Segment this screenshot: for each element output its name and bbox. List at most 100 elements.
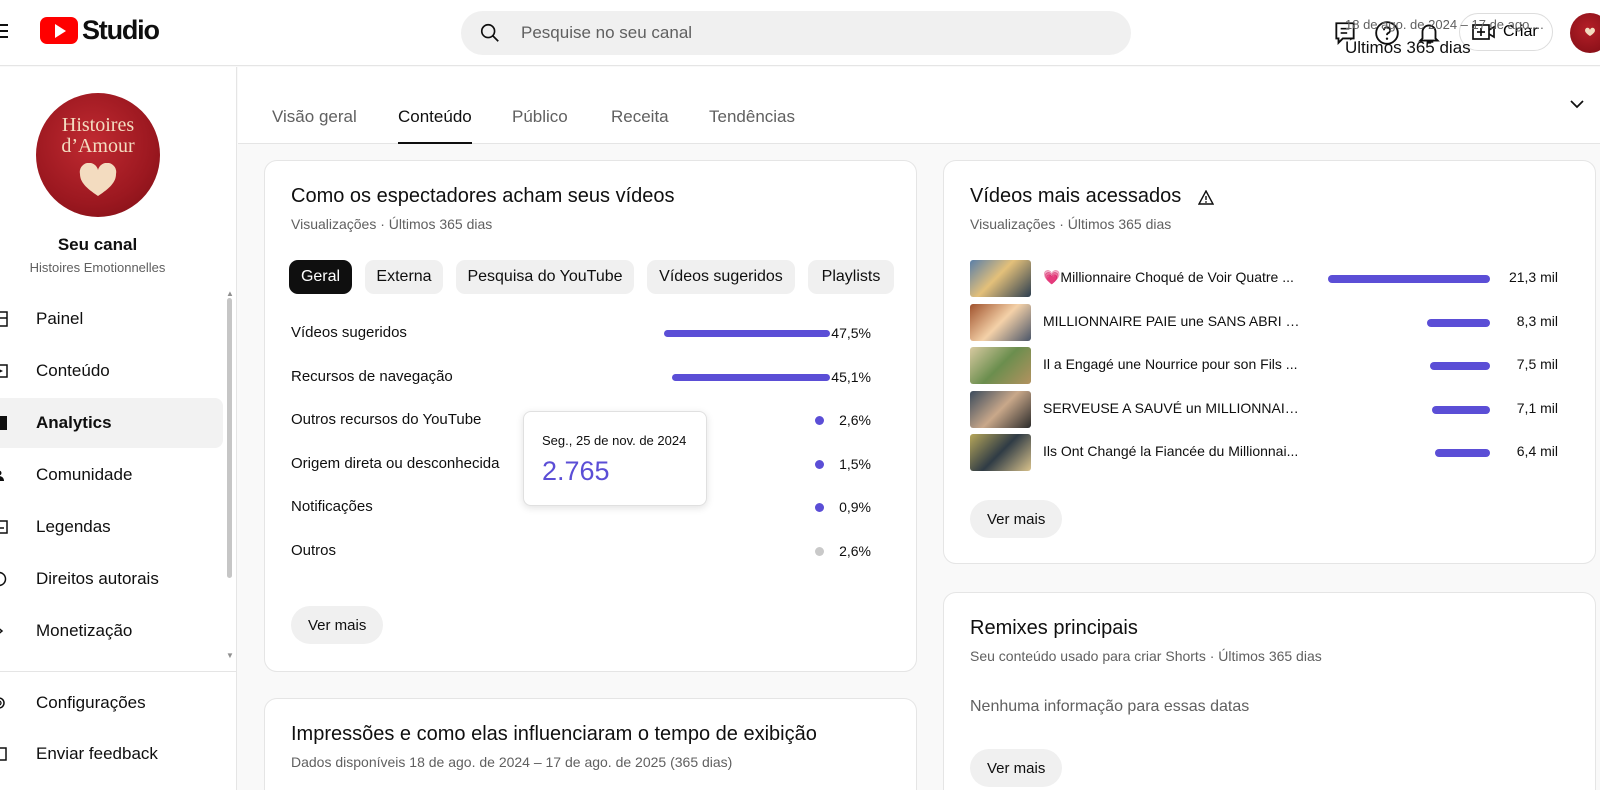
channel-avatar-logo-text: Histoires d’Amour — [61, 114, 135, 157]
content-icon — [0, 364, 8, 378]
video-title[interactable]: Il a Engagé une Nourrice pour son Fils .… — [1043, 356, 1303, 372]
chip-videos-sugeridos[interactable]: Vídeos sugeridos — [647, 260, 795, 294]
sidebar-scrollbar[interactable] — [227, 298, 232, 578]
video-views-value: 21,3 mil — [1508, 269, 1558, 285]
video-thumbnail[interactable] — [970, 434, 1031, 471]
logo-text: Studio — [82, 15, 160, 45]
top-video-row[interactable]: MILLIONNAIRE PAIE une SANS ABRI p... 8,3 … — [970, 303, 1560, 342]
monetization-icon — [0, 628, 4, 634]
top-videos-ver-mais-button[interactable]: Ver mais — [970, 500, 1063, 538]
traffic-source-percent: 2,6% — [839, 412, 871, 429]
sidebar-item-label: Direitos autorais — [36, 569, 159, 588]
traffic-source-label: Notificações — [291, 498, 373, 516]
video-thumbnail[interactable] — [970, 260, 1031, 297]
video-views-bar — [1430, 362, 1490, 370]
top-video-row[interactable]: SERVEUSE A SAUVÉ un MILLIONNAIRE... 7,1 m… — [970, 390, 1560, 429]
dashboard-icon — [0, 311, 8, 327]
sidebar-item-label: Comunidade — [36, 465, 133, 484]
traffic-source-label: Recursos de navegação — [291, 367, 453, 385]
top-video-row[interactable]: 💗Millionnaire Choqué de Voir Quatre ... 2… — [970, 260, 1560, 298]
copyright-icon — [0, 571, 7, 587]
traffic-source-label: Outros recursos do YouTube — [291, 411, 482, 429]
video-views-value: 7,1 mil — [1516, 399, 1558, 416]
community-icon — [0, 470, 4, 481]
search-input[interactable] — [521, 11, 1111, 55]
chart-tooltip: Seg., 25 de nov. de 2024 2.765 — [523, 411, 707, 506]
video-title[interactable]: SERVEUSE A SAUVÉ un MILLIONNAIRE... — [1043, 400, 1303, 416]
traffic-source-percent: 45,1% — [831, 368, 871, 385]
traffic-source-percent: 1,5% — [839, 455, 871, 472]
youtube-logo-icon — [40, 17, 78, 44]
chip-pesquisa-youtube[interactable]: Pesquisa do YouTube — [456, 260, 634, 294]
top-video-row[interactable]: Il a Engagé une Nourrice pour son Fils .… — [970, 347, 1560, 385]
search-bar[interactable] — [461, 11, 1131, 55]
chip-playlists[interactable]: Playlists — [808, 260, 894, 294]
traffic-source-percent: 47,5% — [831, 325, 871, 341]
chevron-down-icon[interactable] — [1569, 99, 1585, 109]
video-thumbnail[interactable] — [970, 390, 1031, 428]
sidebar-item-configuracoes[interactable]: Configurações — [0, 678, 223, 728]
heart-icon — [79, 163, 117, 196]
card-subtitle: Visualizações · Últimos 365 dias — [970, 216, 1172, 232]
scroll-up-arrow[interactable]: ▲ — [226, 289, 234, 298]
chip-externa[interactable]: Externa — [365, 260, 443, 294]
video-views-value: 7,5 mil — [1516, 356, 1558, 372]
chip-geral[interactable]: Geral — [289, 260, 352, 294]
warning-icon[interactable] — [1198, 190, 1214, 205]
card-title: Como os espectadores acham seus vídeos — [291, 185, 675, 207]
sidebar-item-label: Monetização — [36, 621, 133, 640]
sidebar-item-painel[interactable]: Painel — [0, 294, 223, 344]
sidebar-item-analytics[interactable]: Analytics — [0, 398, 223, 448]
traffic-source-bar[interactable] — [664, 330, 830, 337]
sidebar-item-direitos-autorais[interactable]: Direitos autorais — [0, 554, 223, 604]
sidebar-item-label: Analytics — [36, 413, 112, 432]
card-title: Vídeos mais acessados — [970, 185, 1182, 207]
tab-receita[interactable]: Receita — [611, 107, 669, 144]
sidebar-item-label: Enviar feedback — [36, 744, 158, 763]
traffic-source-percent: 2,6% — [839, 543, 871, 559]
tab-publico[interactable]: Público — [512, 107, 568, 144]
menu-icon[interactable] — [0, 24, 8, 38]
sidebar-divider — [0, 671, 236, 672]
video-title[interactable]: Ils Ont Changé la Fiancée du Millionnai.… — [1043, 443, 1303, 459]
sidebar-item-enviar-feedback[interactable]: Enviar feedback — [0, 729, 223, 779]
sidebar-item-comunidade[interactable]: Comunidade — [0, 450, 223, 500]
traffic-source-bar[interactable] — [672, 373, 830, 381]
card-subtitle: Seu conteúdo usado para criar Shorts · Ú… — [970, 648, 1322, 664]
analytics-icon — [0, 416, 7, 430]
tooltip-value: 2.765 — [542, 456, 610, 486]
analytics-tabs-bar: Visão geral Conteúdo Público Receita Ten… — [238, 67, 1600, 144]
video-views-bar — [1328, 275, 1490, 283]
tab-conteudo[interactable]: Conteúdo — [398, 107, 472, 144]
channel-name[interactable]: Seu canal — [0, 235, 195, 255]
traffic-ver-mais-button[interactable]: Ver mais — [291, 606, 384, 644]
traffic-source-percent: 0,9% — [839, 499, 871, 516]
top-videos-card: Vídeos mais acessados Visualizações · Úl… — [943, 160, 1596, 564]
date-range-picker[interactable]: 18 de ago. de 2024 – 17 de ago.... Últim… — [1345, 17, 1544, 58]
video-views-bar — [1432, 405, 1490, 414]
sidebar-item-monetizacao[interactable]: Monetização — [0, 606, 223, 656]
studio-logo[interactable]: Studio — [40, 15, 160, 45]
video-views-value: 6,4 mil — [1516, 443, 1558, 459]
traffic-source-label: Vídeos sugeridos — [291, 324, 407, 341]
sidebar-item-conteudo[interactable]: Conteúdo — [0, 346, 223, 396]
video-title[interactable]: 💗Millionnaire Choqué de Voir Quatre ... — [1043, 269, 1303, 286]
settings-icon — [0, 697, 5, 709]
video-thumbnail[interactable] — [970, 303, 1031, 341]
sidebar-item-label: Legendas — [36, 517, 111, 536]
channel-avatar[interactable]: Histoires d’Amour — [36, 93, 160, 217]
tooltip-date: Seg., 25 de nov. de 2024 — [542, 433, 687, 448]
tab-tendencias[interactable]: Tendências — [709, 107, 795, 144]
tab-visao-geral[interactable]: Visão geral — [272, 107, 357, 144]
video-title[interactable]: MILLIONNAIRE PAIE une SANS ABRI p... — [1043, 313, 1303, 329]
video-views-bar — [1427, 318, 1490, 327]
scroll-down-arrow[interactable]: ▼ — [226, 651, 234, 660]
sidebar-item-legendas[interactable]: Legendas — [0, 502, 223, 552]
card-subtitle: Visualizações · Últimos 365 dias — [291, 216, 493, 232]
top-video-row[interactable]: Ils Ont Changé la Fiancée du Millionnai.… — [970, 434, 1560, 472]
sidebar-item-label: Conteúdo — [36, 361, 110, 380]
remixes-ver-mais-button[interactable]: Ver mais — [970, 749, 1063, 787]
feedback-icon — [0, 747, 7, 761]
account-avatar[interactable] — [1570, 13, 1600, 53]
video-thumbnail[interactable] — [970, 347, 1031, 384]
